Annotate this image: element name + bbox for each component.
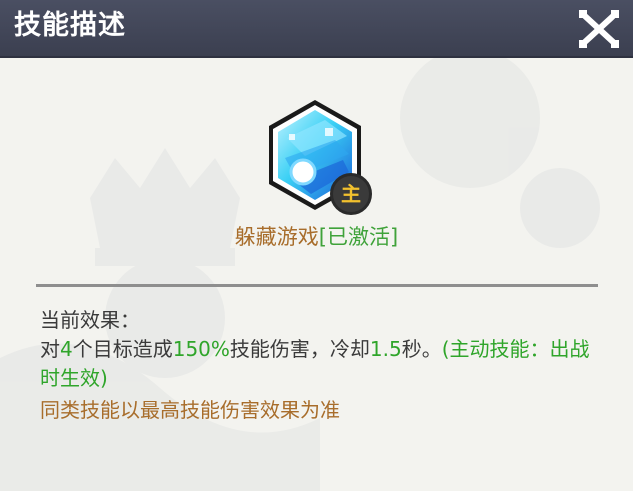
effect-text: 个目标造成 (72, 337, 173, 361)
effect-description: 对4个目标造成150%技能伤害，冷却1.5秒。(主动技能：出战时生效) (40, 335, 595, 393)
effect-section: 当前效果： 对4个目标造成150%技能伤害，冷却1.5秒。(主动技能：出战时生效… (40, 306, 595, 425)
effect-cooldown: 1.5 (369, 337, 402, 361)
effect-text: 对 (40, 337, 60, 361)
skill-description-dialog: 技能描述 主 躲藏游戏[已激活] 当前效果： 对4个目标造成150%技能伤害，冷… (0, 0, 633, 491)
skill-status: [已激活] (318, 225, 399, 249)
dialog-header: 技能描述 (0, 0, 633, 58)
dialog-title: 技能描述 (14, 10, 126, 41)
effect-header: 当前效果： (40, 308, 140, 332)
effect-rule: 同类技能以最高技能伤害效果为准 (40, 398, 340, 422)
close-x-icon (579, 10, 619, 48)
main-skill-badge: 主 (330, 173, 372, 215)
effect-text: 秒。 (401, 337, 442, 361)
close-button[interactable] (577, 8, 621, 50)
skill-name: 躲藏游戏 (234, 225, 319, 249)
divider (36, 284, 598, 287)
effect-damage-percent: 150% (172, 337, 230, 361)
effect-target-count: 4 (60, 337, 73, 361)
skill-title-line: 躲藏游戏[已激活] (0, 222, 633, 252)
effect-text: 技能伤害，冷却 (229, 337, 370, 361)
